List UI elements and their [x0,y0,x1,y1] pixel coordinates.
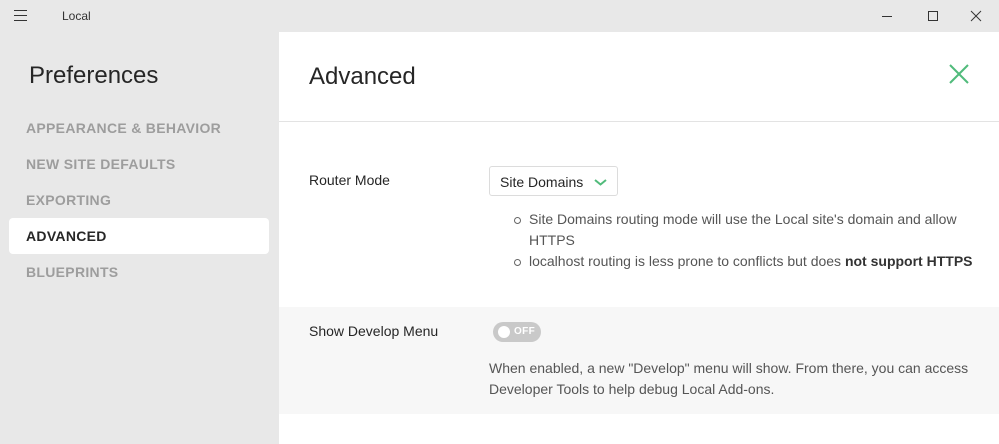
close-icon [970,10,982,22]
sidebar-title: Preferences [29,62,159,89]
nav-advanced[interactable]: ADVANCED [9,218,269,254]
close-preferences-button[interactable] [946,61,972,87]
develop-menu-toggle[interactable]: OFF [493,322,541,342]
router-note-site-domains: Site Domains routing mode will use the L… [514,209,974,251]
app-title: Local [62,9,91,23]
develop-menu-label: Show Develop Menu [309,323,439,339]
router-mode-value: Site Domains [500,174,584,190]
page-title: Advanced [309,63,416,90]
router-mode-notes: Site Domains routing mode will use the L… [514,209,974,272]
close-x-icon [949,64,969,84]
maximize-icon [928,11,938,21]
nav-exporting[interactable]: EXPORTING [9,182,269,218]
nav-new-site-defaults[interactable]: NEW SITE DEFAULTS [9,146,269,182]
router-mode-label: Router Mode [309,172,390,188]
toggle-state-label: OFF [514,326,536,337]
nav-blueprints[interactable]: BLUEPRINTS [9,254,269,290]
main-header: Advanced [279,32,999,122]
chevron-down-icon [594,179,607,186]
router-mode-select[interactable]: Site Domains [489,166,618,196]
main-panel: Advanced Router Mode Site Domains Site D… [279,32,999,444]
close-window-button[interactable] [953,0,999,32]
preferences-sidebar: Preferences APPEARANCE & BEHAVIOR NEW SI… [0,32,279,444]
develop-menu-description: When enabled, a new "Develop" menu will … [489,360,969,397]
toggle-knob [498,326,510,338]
router-note-bold: not support HTTPS [844,253,973,269]
router-note-localhost: localhost routing is less prone to confl… [514,251,974,272]
minimize-icon [882,16,892,17]
title-bar: Local [0,0,999,32]
hamburger-menu-icon[interactable] [14,10,27,22]
minimize-button[interactable] [864,0,910,32]
nav-appearance-behavior[interactable]: APPEARANCE & BEHAVIOR [9,110,269,146]
develop-menu-section: Show Develop Menu OFF When enabled, a ne… [279,307,999,414]
maximize-button[interactable] [910,0,956,32]
